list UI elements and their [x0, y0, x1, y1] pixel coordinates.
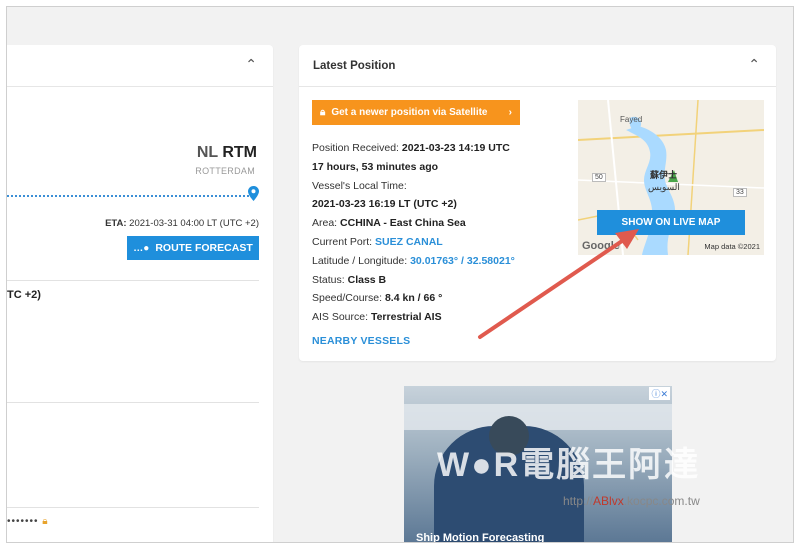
- port-code: RTM: [222, 144, 257, 161]
- divider: [7, 507, 259, 508]
- eta-text: ETA: 2021-03-31 04:00 LT (UTC +2): [105, 218, 259, 229]
- area-row: Area: CCHINA - East China Sea: [312, 217, 466, 230]
- current-port-row: Current Port: SUEZ CANAL: [312, 235, 443, 248]
- destination-port-name: ROTTERDAM: [195, 166, 255, 176]
- route-icon: …●: [133, 242, 150, 254]
- status-row: Status: Class B: [312, 273, 387, 286]
- lat-lon-row: Latitude / Longitude: 30.01763° / 32.580…: [312, 254, 515, 267]
- local-time-row: Vessel's Local Time:: [312, 179, 407, 192]
- map-label-suez-cn: 蘇伊士: [650, 170, 678, 180]
- position-details: Position Received: 2021-03-23 14:19 UTC …: [312, 139, 562, 327]
- latest-position-card: Latest Position ⌃ 🔒︎ Get a newer positio…: [299, 45, 776, 361]
- utc-fragment: TC +2): [7, 289, 41, 301]
- position-age-row: 17 hours, 53 minutes ago: [312, 160, 439, 173]
- speed-course-row: Speed/Course: 8.4 kn / 66 °: [312, 292, 443, 305]
- watermark-url: http://ABlvx.kocpc.com.tw: [563, 494, 700, 508]
- watermark-logo: W●R電腦王阿達: [437, 446, 701, 484]
- ad-choices-icon[interactable]: ⓘ✕: [649, 387, 670, 400]
- voyage-card: ⌃ NL RTM ROTTERDAM ETA: 2021-03-31 04:00…: [7, 45, 273, 542]
- destination-port-code: NL RTM: [197, 144, 257, 162]
- show-on-live-map-button[interactable]: SHOW ON LIVE MAP: [597, 210, 745, 235]
- port-country: NL: [196, 144, 218, 161]
- chevron-up-icon[interactable]: ⌃: [245, 57, 257, 73]
- ad-background-sea: [404, 404, 672, 430]
- satellite-position-button[interactable]: 🔒︎ Get a newer position via Satellite ›: [312, 100, 520, 125]
- longitude-link[interactable]: 32.58021°: [467, 255, 515, 267]
- nearby-vessels-link[interactable]: NEARBY VESSELS: [312, 335, 410, 347]
- map-label-suez-ar: السويس: [648, 182, 680, 192]
- google-logo: Google: [582, 240, 620, 252]
- map-data-attribution: Map data ©2021: [704, 242, 760, 251]
- locked-field[interactable]: ••••••• 🔒︎: [7, 516, 49, 527]
- route-progress-line: [7, 195, 249, 197]
- ais-source-row: AIS Source: Terrestrial AIS: [312, 311, 442, 324]
- lock-icon: 🔒︎: [42, 516, 49, 527]
- card-title: Latest Position: [313, 60, 396, 72]
- lock-icon: 🔒︎: [320, 107, 326, 118]
- local-time-value-row: 2021-03-23 16:19 LT (UTC +2): [312, 198, 457, 211]
- current-port-link[interactable]: SUEZ CANAL: [375, 236, 443, 248]
- chevron-right-icon: ›: [508, 107, 512, 118]
- browser-viewport: ⌃ NL RTM ROTTERDAM ETA: 2021-03-31 04:00…: [6, 6, 794, 543]
- position-received-row: Position Received: 2021-03-23 14:19 UTC: [312, 142, 510, 154]
- route-forecast-button[interactable]: …● ROUTE FORECAST: [127, 236, 259, 260]
- map-pin-icon: [248, 186, 259, 201]
- divider: [7, 280, 259, 281]
- map-label-fayed: Fayed: [620, 115, 643, 124]
- voyage-card-header: ⌃: [7, 45, 273, 87]
- road-number-50: 50: [592, 173, 606, 182]
- divider: [7, 402, 259, 403]
- road-number-33: 33: [733, 188, 747, 197]
- latest-position-header: Latest Position ⌃: [299, 45, 776, 87]
- ad-title: Ship Motion Forecasting: [416, 532, 545, 543]
- latitude-link[interactable]: 30.01763°: [410, 255, 458, 267]
- chevron-up-icon[interactable]: ⌃: [748, 57, 760, 73]
